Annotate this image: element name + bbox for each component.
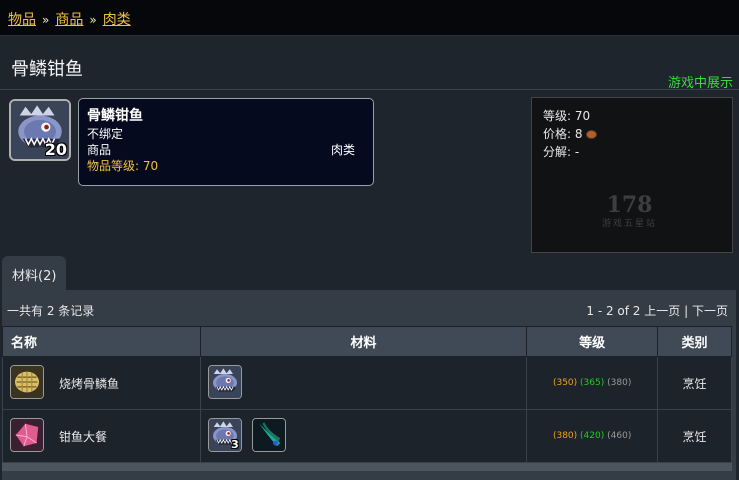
table-header-row: 名称 材料 等级 类别	[2, 326, 732, 357]
recipe-name-link[interactable]: 烧烤骨鳞鱼	[59, 375, 119, 392]
column-header-materials: 材料	[199, 326, 528, 357]
watermark-number: 178	[606, 192, 653, 218]
item-level-value: 70	[142, 159, 159, 173]
info-level-label: 等级:	[543, 109, 572, 123]
recipe-icon[interactable]	[10, 365, 44, 399]
recipe-type: 烹饪	[657, 409, 732, 463]
info-box: 等级: 70 价格: 8 分解: - 178 游戏五星站	[531, 97, 733, 253]
fish-icon	[209, 366, 241, 398]
pager-separator: |	[684, 304, 689, 318]
table-row: 烧烤骨鳞鱼 (350) (365) (380) 烹饪	[2, 356, 732, 410]
title-divider	[0, 89, 739, 90]
breadcrumb-link-meat[interactable]: 肉类	[103, 12, 131, 28]
materials-table: 名称 材料 等级 类别 烧烤骨鳞鱼 (350) (365) (380) 烹饪 钳…	[2, 326, 732, 463]
recipe-name-cell: 烧烤骨鳞鱼	[2, 356, 201, 410]
skill-levels: (350) (365) (380)	[526, 356, 659, 410]
tooltip-class: 商品	[87, 143, 112, 157]
spice-icon	[253, 419, 285, 451]
tab-materials[interactable]: 材料(2)	[2, 256, 66, 291]
material-count: 3	[231, 438, 239, 451]
material-icon[interactable]	[207, 365, 242, 399]
pager-next-link[interactable]: 下一页	[692, 304, 728, 318]
info-price-value: 8	[574, 127, 583, 141]
grilled-fish-icon	[11, 366, 43, 398]
column-header-level: 等级	[526, 326, 659, 357]
table-row: 钳鱼大餐 3 (380) (420) (460) 烹饪	[2, 409, 732, 463]
pink-crystal-icon	[11, 419, 43, 451]
top-bar: 物品 » 商品 » 肉类	[0, 0, 739, 36]
info-price-label: 价格:	[543, 127, 572, 141]
pager-range: 1 - 2 of 2	[586, 304, 641, 318]
watermark-text: 游戏五星站	[602, 219, 658, 229]
site-watermark-logo: 178 游戏五星站	[602, 194, 657, 229]
tooltip-subclass: 肉类	[330, 143, 355, 157]
tooltip-class-row: 商品 肉类	[87, 142, 365, 158]
tooltip-bind: 不绑定	[87, 127, 124, 141]
info-level-value: 70	[574, 109, 591, 123]
tooltip-item-level: 物品等级: 70	[87, 158, 365, 174]
breadcrumb-link-items[interactable]: 物品	[8, 12, 36, 28]
level-green: (420)	[580, 431, 605, 441]
pager-prev-link[interactable]: 上一页	[644, 304, 680, 318]
info-price: 价格: 8	[543, 125, 721, 143]
level-orange: (350)	[552, 378, 578, 388]
breadcrumb-link-goods[interactable]: 商品	[55, 12, 83, 28]
material-icon[interactable]: 3	[207, 418, 242, 452]
column-header-name: 名称	[2, 326, 201, 357]
breadcrumb-separator: »	[42, 13, 50, 27]
recipe-type: 烹饪	[657, 356, 732, 410]
materials-cell	[199, 356, 528, 410]
column-header-type: 类别	[657, 326, 732, 357]
level-gray: (460)	[607, 431, 632, 441]
info-disenchant-label: 分解:	[543, 145, 572, 159]
breadcrumb-separator: »	[89, 13, 97, 27]
horizontal-scrollbar[interactable]	[2, 463, 732, 471]
level-gray: (380)	[607, 378, 632, 388]
item-icon[interactable]: 20	[9, 99, 71, 161]
skill-levels: (380) (420) (460)	[526, 409, 659, 463]
info-level: 等级: 70	[543, 107, 721, 125]
info-disenchant: 分解: -	[543, 143, 721, 161]
recipe-name-cell: 钳鱼大餐	[2, 409, 201, 463]
record-count: 一共有 2 条记录	[7, 304, 95, 318]
breadcrumb: 物品 » 商品 » 肉类	[8, 9, 131, 29]
recipe-name-link[interactable]: 钳鱼大餐	[59, 428, 107, 445]
item-level-label: 物品等级:	[87, 159, 140, 173]
material-icon[interactable]	[251, 418, 286, 452]
level-orange: (380)	[552, 431, 578, 441]
copper-coin-icon	[585, 130, 597, 139]
item-tooltip: 骨鳞钳鱼 不绑定 商品 肉类 物品等级: 70	[78, 98, 374, 186]
level-green: (365)	[580, 378, 605, 388]
info-disenchant-value: -	[574, 145, 580, 159]
tooltip-item-name: 骨鳞钳鱼	[87, 108, 143, 124]
page-title: 骨鳞钳鱼	[11, 59, 83, 80]
materials-cell: 3	[199, 409, 528, 463]
stack-count: 20	[44, 140, 67, 159]
recipe-icon[interactable]	[10, 418, 44, 452]
pager: 1 - 2 of 2 上一页 | 下一页	[586, 302, 728, 319]
